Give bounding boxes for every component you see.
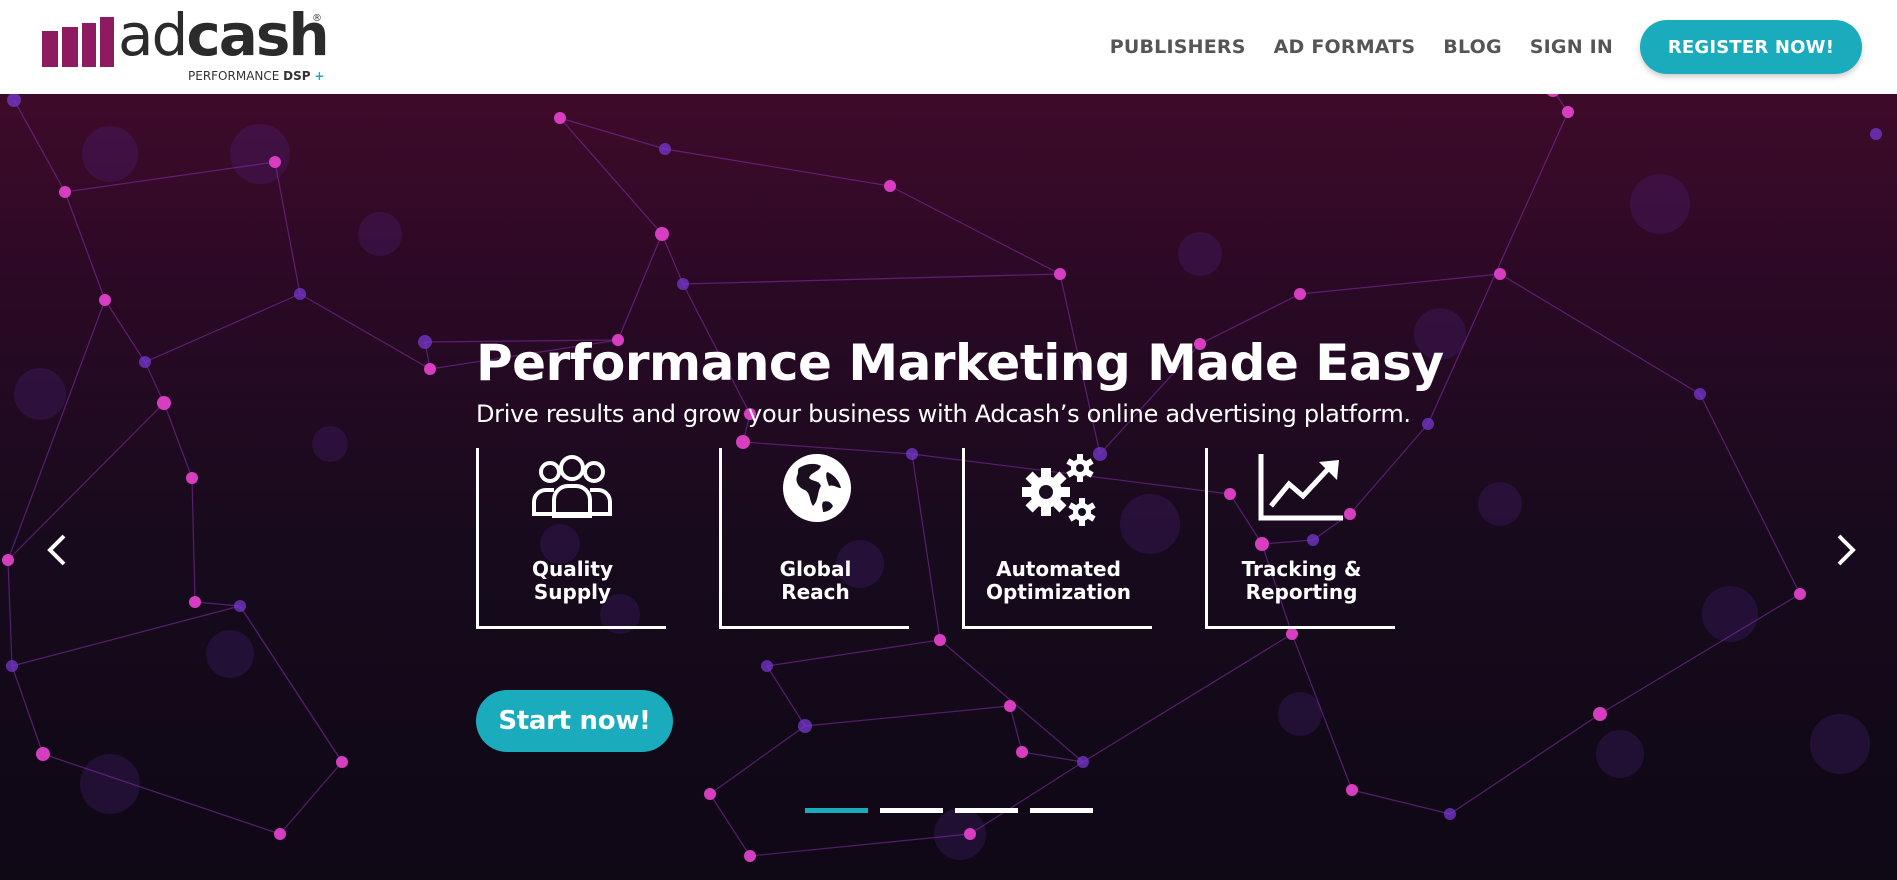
start-now-button[interactable]: Start now!	[476, 690, 673, 752]
carousel-dot-3[interactable]	[955, 808, 1018, 813]
feature-tracking-reporting: Tracking & Reporting	[1205, 448, 1395, 629]
globe-icon	[783, 454, 851, 522]
feature-global-reach: Global Reach	[719, 448, 909, 629]
nav-blog[interactable]: BLOG	[1443, 36, 1501, 58]
network-background	[2, 94, 1882, 862]
logo-bars-icon	[42, 15, 116, 67]
feature-label: Tracking & Reporting	[1241, 557, 1362, 604]
hero-carousel: Performance Marketing Made Easy Drive re…	[0, 94, 1897, 880]
feature-quality-supply: Quality Supply	[476, 448, 666, 629]
logo-wordmark: adcash	[118, 1, 330, 69]
users-icon	[532, 455, 612, 518]
feature-label: Quality Supply	[531, 557, 614, 604]
chart-icon	[1258, 454, 1343, 521]
feature-label: Automated Optimization	[986, 557, 1131, 604]
nav-sign-in[interactable]: SIGN IN	[1530, 36, 1613, 58]
nav-publishers[interactable]: PUBLISHERS	[1110, 36, 1246, 58]
carousel-dot-2[interactable]	[880, 808, 943, 813]
registered-mark: ®	[312, 13, 322, 24]
chevron-left-icon	[47, 534, 66, 566]
feature-automated-optimization: Automated Optimization	[962, 448, 1152, 629]
feature-label: Global Reach	[779, 557, 852, 604]
gears-icon	[1022, 454, 1096, 526]
hero-subtitle: Drive results and grow your business wit…	[476, 400, 1411, 428]
logo-tagline: PERFORMANCE DSP +	[188, 69, 325, 83]
carousel-dot-4[interactable]	[1030, 808, 1093, 813]
nav-ad-formats[interactable]: AD FORMATS	[1274, 36, 1416, 58]
adcash-logo[interactable]: adcash ® PERFORMANCE DSP +	[42, 1, 332, 85]
register-now-button[interactable]: REGISTER NOW!	[1640, 20, 1862, 74]
hero-title: Performance Marketing Made Easy	[476, 334, 1444, 392]
carousel-dot-1[interactable]	[805, 808, 868, 813]
carousel-prev-button[interactable]	[38, 530, 78, 570]
chevron-right-icon	[1837, 534, 1856, 566]
carousel-indicators	[805, 808, 1105, 813]
main-nav: PUBLISHERS AD FORMATS BLOG SIGN IN REGIS…	[1110, 0, 1897, 94]
carousel-next-button[interactable]	[1825, 530, 1865, 570]
site-header: adcash ® PERFORMANCE DSP + PUBLISHERS AD…	[0, 0, 1897, 94]
